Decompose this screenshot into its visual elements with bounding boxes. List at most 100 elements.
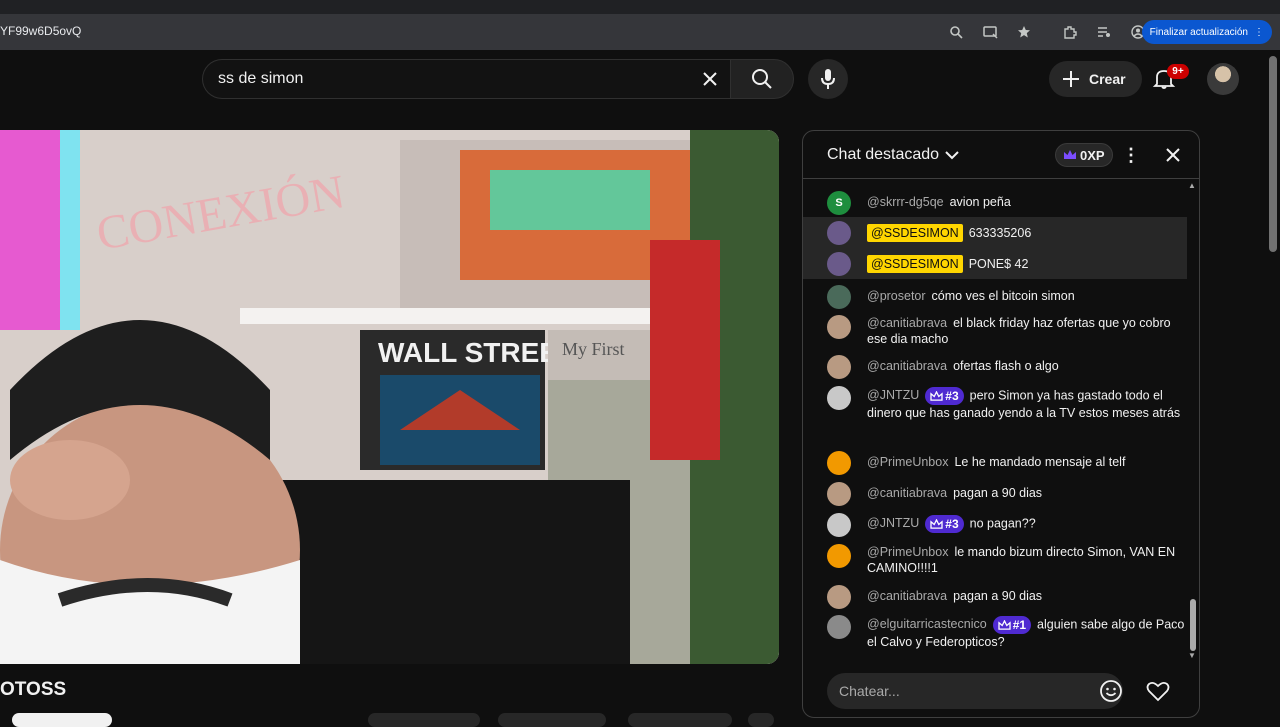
action-chip[interactable] <box>498 713 606 727</box>
chat-message[interactable]: @canitiabrava ofertas flash o algo <box>827 355 1187 379</box>
chat-message[interactable]: @canitiabrava pagan a 90 dias <box>827 482 1187 506</box>
message-text: ofertas flash o algo <box>953 359 1059 373</box>
search-icon <box>752 69 772 89</box>
action-chip[interactable] <box>368 713 480 727</box>
emoji-icon <box>1100 680 1122 702</box>
browser-action-icons <box>946 22 1148 42</box>
chat-message[interactable]: @PrimeUnbox le mando bizum directo Simon,… <box>827 544 1187 576</box>
author-name[interactable]: @PrimeUnbox <box>867 455 948 469</box>
extensions-icon[interactable] <box>1060 22 1080 42</box>
more-options-icon[interactable]: ⋮ <box>1121 145 1141 165</box>
crown-icon <box>930 518 943 529</box>
author-name[interactable]: @canitiabrava <box>867 359 947 373</box>
author-name[interactable]: @prosetor <box>867 289 926 303</box>
star-icon[interactable] <box>1014 22 1034 42</box>
author-name[interactable]: @PrimeUnbox <box>867 545 948 559</box>
crown-icon <box>1064 150 1076 159</box>
video-frame: CONEXIÓN WALL STREET My First <box>0 130 779 664</box>
clear-search-icon[interactable] <box>698 67 722 91</box>
yt-masthead: ss de simon Crear 9+ <box>0 50 1280 106</box>
notification-count-badge: 9+ <box>1167 64 1189 79</box>
mic-icon <box>821 69 835 89</box>
crown-icon <box>930 390 943 401</box>
chat-message[interactable]: @canitiabrava pagan a 90 dias <box>827 585 1187 609</box>
search-input[interactable]: ss de simon <box>202 59 730 99</box>
media-icon[interactable] <box>1094 22 1114 42</box>
heart-icon <box>1146 681 1170 702</box>
author-avatar[interactable] <box>827 615 851 639</box>
chat-scroll-down-icon[interactable]: ▼ <box>1188 651 1198 661</box>
chat-scroll-up-icon[interactable]: ▲ <box>1188 181 1198 191</box>
owner-name-badge[interactable]: @SSDESIMON <box>867 255 963 273</box>
message-text: pagan a 90 dias <box>953 486 1043 500</box>
author-name[interactable]: @canitiabrava <box>867 486 947 500</box>
author-avatar[interactable] <box>827 544 851 568</box>
author-name[interactable]: @skrrr-dg5qe <box>867 195 944 209</box>
chat-message[interactable]: @PrimeUnbox Le he mandado mensaje al telf <box>827 451 1187 475</box>
chat-message[interactable]: @elguitarricastecnico #1 alguien sabe algo… <box>827 615 1187 650</box>
chat-message[interactable]: @JNTZU #3 no pagan?? <box>827 513 1187 537</box>
chat-mode-dropdown[interactable]: Chat destacado <box>827 146 959 164</box>
chat-message[interactable]: @SSDESIMON PONE$ 42 <box>803 249 1187 279</box>
account-avatar[interactable] <box>1207 63 1239 95</box>
author-avatar[interactable] <box>827 482 851 506</box>
cast-icon[interactable] <box>980 22 1000 42</box>
message-text: no pagan?? <box>969 516 1036 531</box>
author-name[interactable]: @JNTZU <box>867 388 919 402</box>
member-rank-badge: #3 <box>925 387 964 405</box>
author-avatar[interactable]: S <box>827 191 851 215</box>
action-chip[interactable] <box>12 713 112 727</box>
chat-message-list[interactable]: S @skrrr-dg5qe avion peña @SSDESIMON 63333… <box>803 181 1187 661</box>
xp-badge[interactable]: 0XP <box>1055 143 1113 167</box>
message-text: cómo ves el bitcoin simon <box>931 289 1075 303</box>
member-rank-badge: #1 <box>992 616 1032 634</box>
author-avatar[interactable] <box>827 285 851 309</box>
chat-message[interactable]: @prosetor cómo ves el bitcoin simon <box>827 285 1187 309</box>
chat-header: Chat destacado 0XP ⋮ <box>803 131 1199 179</box>
crown-icon <box>998 619 1011 630</box>
live-chat-panel: Chat destacado 0XP ⋮ S @skrrr-dg5qe avion… <box>802 130 1200 718</box>
chat-message[interactable]: @SSDESIMON 633335206 <box>803 217 1187 249</box>
address-bar[interactable]: YF99w6D5ovQ <box>0 24 81 38</box>
emoji-picker-button[interactable] <box>1099 679 1123 703</box>
zoom-icon[interactable] <box>946 22 966 42</box>
author-avatar[interactable] <box>827 585 851 609</box>
chevron-down-icon <box>945 151 959 160</box>
author-avatar[interactable] <box>827 355 851 379</box>
author-avatar[interactable] <box>827 221 851 245</box>
page-scrollbar[interactable] <box>1269 56 1277 252</box>
chat-scrollbar-thumb[interactable] <box>1190 599 1196 651</box>
plus-icon <box>1063 71 1079 87</box>
chat-message-input[interactable]: Chatear... <box>827 673 1123 709</box>
author-name[interactable]: @canitiabrava <box>867 316 947 330</box>
member-rank-badge: #3 <box>925 515 964 533</box>
message-text: Le he mandado mensaje al telf <box>954 455 1126 469</box>
author-avatar[interactable] <box>827 451 851 475</box>
search-button[interactable] <box>730 59 794 99</box>
my-first-poster-title: My First <box>562 339 625 359</box>
author-avatar[interactable] <box>827 315 851 339</box>
update-browser-button[interactable]: Finalizar actualización ⋮ <box>1141 20 1272 44</box>
wall-street-poster-title: WALL STREET <box>378 337 575 368</box>
author-name[interactable]: @canitiabrava <box>867 589 947 603</box>
chat-message[interactable]: @JNTZU #3 pero Simon ya has gastado todo e… <box>827 386 1187 421</box>
chat-message[interactable]: @canitiabrava el black friday haz ofertas… <box>827 315 1187 347</box>
owner-name-badge[interactable]: @SSDESIMON <box>867 224 963 242</box>
heart-reaction-button[interactable] <box>1145 678 1171 704</box>
message-text: avion peña <box>949 195 1011 209</box>
browser-tabstrip <box>0 0 1280 14</box>
create-button[interactable]: Crear <box>1049 61 1142 97</box>
author-name[interactable]: @JNTZU <box>867 516 919 530</box>
browser-toolbar: YF99w6D5ovQ Finalizar actualización ⋮ <box>0 14 1280 50</box>
author-name[interactable]: @elguitarricastecnico <box>867 617 987 631</box>
author-avatar[interactable] <box>827 252 851 276</box>
author-avatar[interactable] <box>827 513 851 537</box>
action-chip[interactable] <box>748 713 774 727</box>
action-chip[interactable] <box>628 713 732 727</box>
close-chat-button[interactable] <box>1161 143 1185 167</box>
voice-search-button[interactable] <box>808 59 848 99</box>
channel-name[interactable]: OTOSS <box>0 679 66 701</box>
chat-message[interactable]: S @skrrr-dg5qe avion peña <box>827 191 1187 215</box>
video-player[interactable]: CONEXIÓN WALL STREET My First <box>0 130 779 664</box>
author-avatar[interactable] <box>827 386 851 410</box>
